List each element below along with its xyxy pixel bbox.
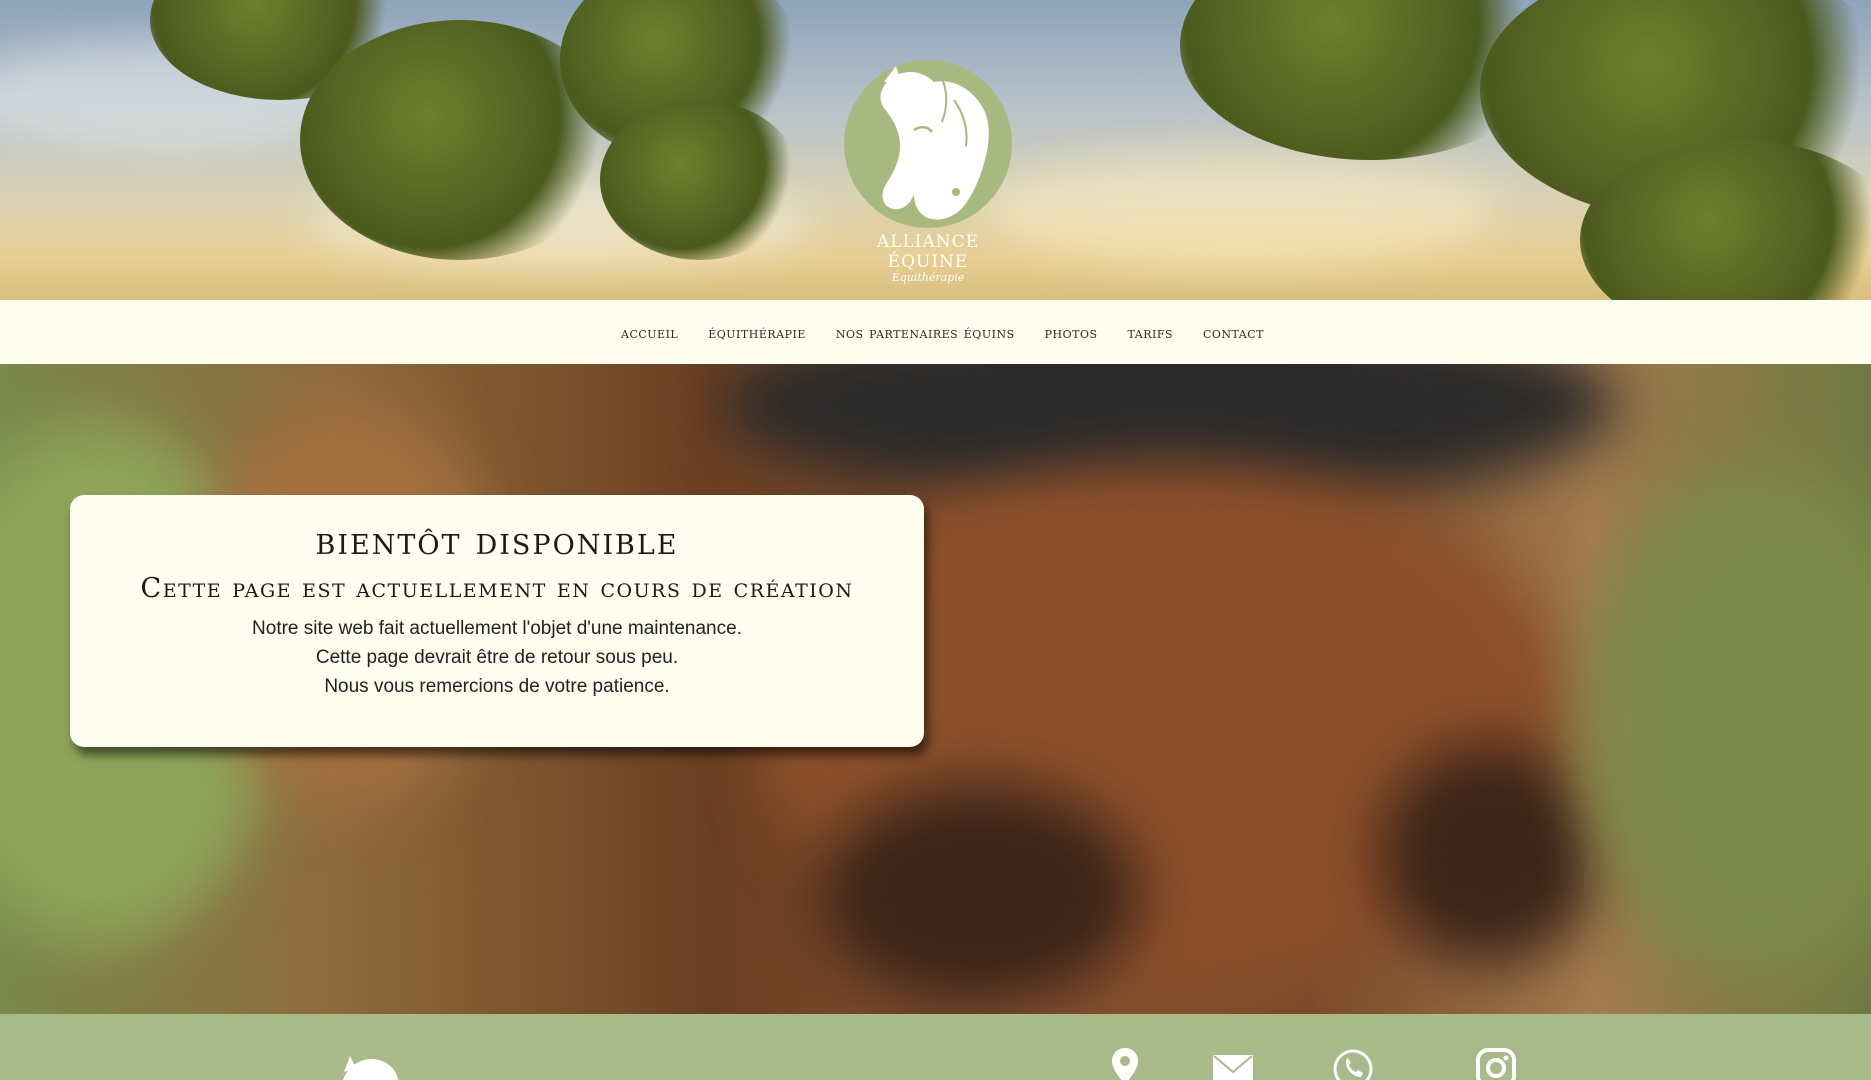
sky-cloud [980, 150, 1500, 270]
main-navigation: Accueil Équithérapie Nos partenaires équ… [0, 300, 1871, 364]
message-line: Notre site web fait actuellement l'objet… [252, 618, 742, 639]
nav-item-contact[interactable]: Contact [1203, 323, 1264, 342]
brand-tagline: Équithérapie [891, 271, 965, 284]
brand-name: ALLIANCE ÉQUINE [876, 232, 980, 272]
photo-nostril [1380, 744, 1600, 964]
photo-nostril [820, 784, 1140, 1004]
nav-item-tarifs[interactable]: Tarifs [1128, 323, 1173, 342]
nav-item-photos[interactable]: Photos [1045, 323, 1098, 342]
mail-icon[interactable] [1212, 1054, 1254, 1080]
header-banner: ALLIANCE ÉQUINE Équithérapie [0, 0, 1871, 300]
nav-item-accueil[interactable]: Accueil [621, 323, 678, 342]
nav-item-equitherapie[interactable]: Équithérapie [708, 323, 806, 342]
message-line: Cette page devrait être de retour sous p… [315, 647, 679, 668]
nav-item-partenaires[interactable]: Nos partenaires équins [836, 323, 1015, 342]
maintenance-message: Notre site web fait actuellement l'objet… [70, 614, 924, 701]
instagram-icon[interactable] [1476, 1048, 1516, 1080]
page-title: Bientôt disponible [315, 519, 679, 563]
photo-blur-green [1580, 464, 1871, 984]
maintenance-card: Bientôt disponible Cette page est actuel… [70, 495, 924, 747]
page-subtitle: Cette page est actuellement en cours de … [140, 573, 854, 604]
footer [0, 1014, 1871, 1080]
site-logo[interactable]: ALLIANCE ÉQUINE Équithérapie [844, 60, 1012, 284]
message-line: Nous vous remercions de votre patience. [324, 676, 670, 697]
tree-foliage [600, 100, 800, 260]
horse-logo-icon [844, 60, 1012, 228]
location-pin-icon[interactable] [1110, 1046, 1140, 1080]
horse-logo-icon[interactable] [330, 1052, 402, 1080]
phone-icon[interactable] [1332, 1048, 1374, 1080]
